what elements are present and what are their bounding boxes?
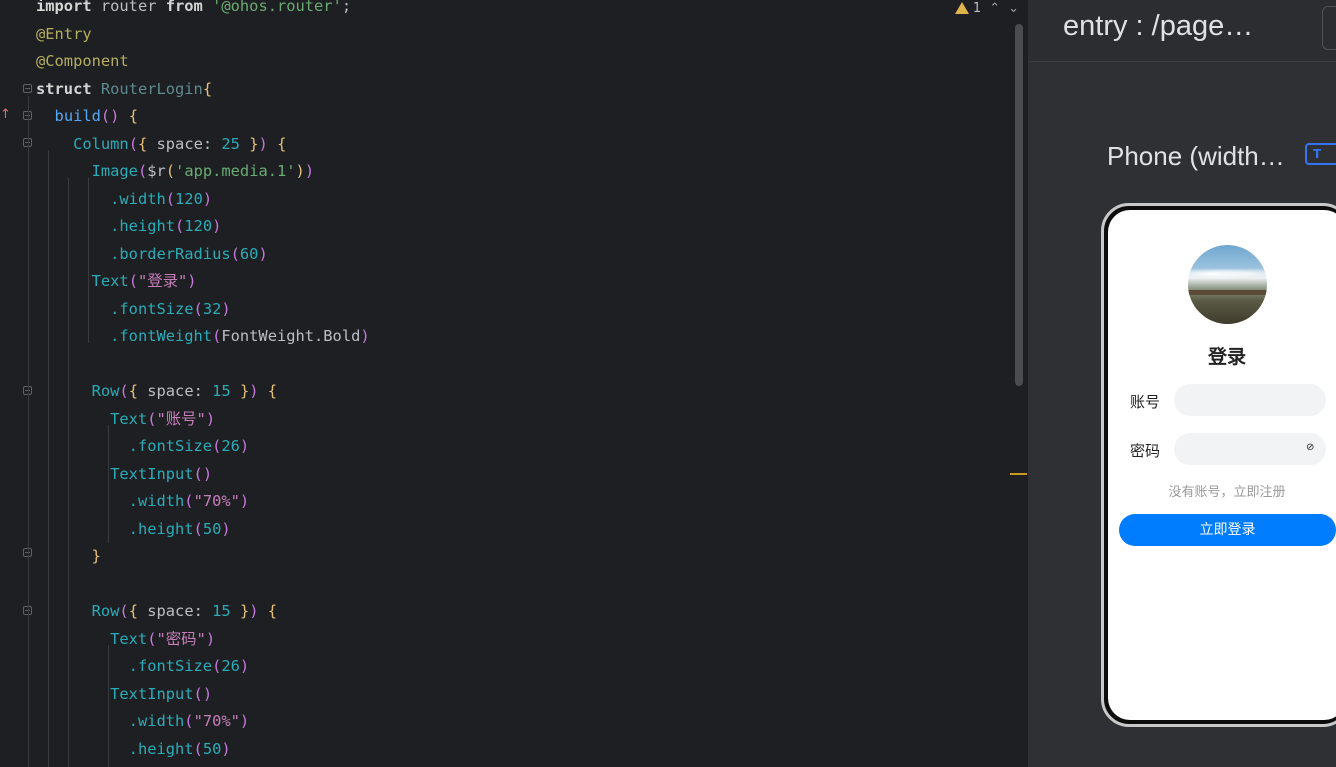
- eye-off-icon[interactable]: ⊘: [1306, 443, 1318, 453]
- code-line[interactable]: .height(50): [36, 516, 370, 544]
- code-text[interactable]: import router from '@ohos.router'; @Entry…: [36, 0, 370, 763]
- code-line[interactable]: Text("账号"): [36, 406, 370, 434]
- account-row: 账号: [1130, 384, 1336, 416]
- run-gutter-icon[interactable]: ↑: [0, 106, 11, 124]
- code-line[interactable]: .borderRadius(60): [36, 241, 370, 269]
- login-button[interactable]: 立即登录: [1119, 514, 1336, 546]
- register-link[interactable]: 没有账号，立即注册: [1108, 481, 1336, 500]
- password-input[interactable]: ⊘: [1174, 433, 1326, 465]
- previewer-header: entry : /page…: [1028, 0, 1336, 62]
- code-line[interactable]: build() {: [36, 103, 370, 131]
- password-row: 密码 ⊘: [1130, 433, 1336, 465]
- avatar-cloud: [1188, 267, 1267, 281]
- vertical-scrollbar[interactable]: [1015, 24, 1023, 386]
- warning-count: 1: [972, 0, 982, 16]
- account-label: 账号: [1130, 393, 1161, 411]
- previewer-title: entry : /page…: [1063, 10, 1254, 42]
- code-line[interactable]: .fontSize(26): [36, 653, 370, 681]
- indent-guide: [28, 96, 29, 767]
- code-line[interactable]: .width("70%"): [36, 708, 370, 736]
- warning-stripe-marker[interactable]: [1010, 473, 1027, 475]
- code-line[interactable]: @Component: [36, 48, 370, 76]
- chevron-down-icon[interactable]: ⌄: [1008, 1, 1019, 16]
- device-text-icon[interactable]: T: [1305, 143, 1336, 165]
- code-line[interactable]: @Entry: [36, 21, 370, 49]
- password-label: 密码: [1130, 442, 1161, 460]
- code-line[interactable]: .height(50): [36, 736, 370, 764]
- warning-icon: [954, 2, 969, 14]
- editor-gutter: ↑: [0, 0, 36, 767]
- code-line[interactable]: import router from '@ohos.router';: [36, 0, 370, 21]
- code-line[interactable]: .width("70%"): [36, 488, 370, 516]
- code-line[interactable]: .width(120): [36, 186, 370, 214]
- code-line[interactable]: .height(120): [36, 213, 370, 241]
- code-line[interactable]: Text("密码"): [36, 626, 370, 654]
- code-editor[interactable]: ↑ import router from '@ohos.router'; @Ent…: [0, 0, 1027, 767]
- login-title: 登录: [1207, 346, 1246, 368]
- code-line[interactable]: [36, 351, 370, 379]
- avatar-image: [1188, 245, 1267, 324]
- code-line[interactable]: .fontSize(32): [36, 296, 370, 324]
- code-line[interactable]: Text("登录"): [36, 268, 370, 296]
- code-line[interactable]: Column({ space: 25 }) {: [36, 131, 370, 159]
- code-line[interactable]: .fontSize(26): [36, 433, 370, 461]
- code-line[interactable]: .fontWeight(FontWeight.Bold): [36, 323, 370, 351]
- previewer-panel: entry : /page… Phone (width… T 登录 账号 密码 …: [1028, 0, 1336, 767]
- phone-screen[interactable]: 登录 账号 密码 ⊘ 没有账号，立即注册 立即登录: [1108, 210, 1336, 720]
- chevron-up-icon[interactable]: ⌃: [989, 1, 1000, 16]
- previewer-toolbar-button[interactable]: [1322, 6, 1336, 50]
- code-line[interactable]: [36, 571, 370, 599]
- account-input[interactable]: [1174, 384, 1326, 416]
- device-name: Phone (width…: [1107, 141, 1285, 171]
- code-line[interactable]: struct RouterLogin{: [36, 76, 370, 104]
- avatar-bridge: [1188, 290, 1267, 295]
- code-line[interactable]: TextInput(): [36, 461, 370, 489]
- code-line[interactable]: Row({ space: 15 }) {: [36, 598, 370, 626]
- phone-frame: 登录 账号 密码 ⊘ 没有账号，立即注册 立即登录: [1101, 203, 1336, 727]
- code-line[interactable]: Row({ space: 15 }) {: [36, 378, 370, 406]
- code-line[interactable]: }: [36, 543, 370, 571]
- code-line[interactable]: TextInput(): [36, 681, 370, 709]
- inspection-widget[interactable]: 1 ⌃ ⌄: [954, 0, 1019, 16]
- code-line[interactable]: Image($r('app.media.1')): [36, 158, 370, 186]
- fold-icon[interactable]: [23, 84, 32, 93]
